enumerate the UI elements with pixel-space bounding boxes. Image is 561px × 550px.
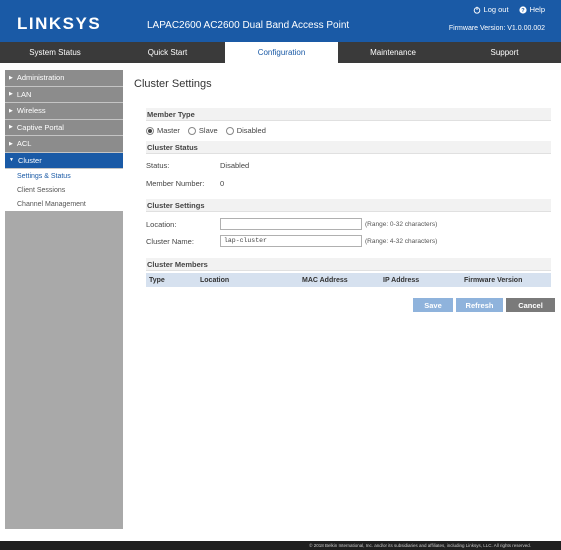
chevron-right-icon: ▶ xyxy=(9,124,13,131)
location-hint: (Range: 0-32 characters) xyxy=(365,220,438,228)
chevron-down-icon: ▼ xyxy=(9,157,14,164)
sidebar-item-wireless[interactable]: ▶ Wireless xyxy=(5,103,123,120)
location-row: Location: (Range: 0-32 characters) xyxy=(146,218,437,230)
column-header-mac-address: MAC Address xyxy=(302,276,348,284)
radio-label: Disabled xyxy=(236,126,266,135)
cluster-settings-heading: Cluster Settings xyxy=(146,199,551,212)
status-value: Disabled xyxy=(220,161,250,170)
cluster-name-hint: (Range: 4-32 characters) xyxy=(365,237,438,245)
member-type-heading: Member Type xyxy=(146,108,551,121)
sidebar-subitem-channel-management[interactable]: Channel Management xyxy=(5,197,123,211)
firmware-version: Firmware Version: V1.0.00.002 xyxy=(448,25,545,32)
column-header-location: Location xyxy=(200,276,230,284)
cancel-button[interactable]: Cancel xyxy=(506,298,555,312)
sidebar-item-label: Cluster xyxy=(17,155,42,165)
sidebar-submenu: Settings & Status Client Sessions Channe… xyxy=(5,169,123,211)
sidebar-item-administration[interactable]: ▶ Administration xyxy=(5,70,123,87)
sidebar-item-label: Captive Portal xyxy=(16,122,64,132)
sidebar-item-label: LAN xyxy=(16,89,32,99)
cluster-members-table-header: Type Location MAC Address IP Address Fir… xyxy=(146,273,551,287)
radio-label: Slave xyxy=(198,126,218,135)
footer: © 2018 Belkin International, Inc. and/or… xyxy=(0,541,561,550)
sidebar-item-acl[interactable]: ▶ ACL xyxy=(5,136,123,153)
chevron-right-icon: ▶ xyxy=(9,140,13,147)
tab-configuration[interactable]: Configuration xyxy=(225,42,338,63)
chevron-right-icon: ▶ xyxy=(9,91,13,98)
column-header-firmware-version: Firmware Version xyxy=(464,276,523,284)
tab-support[interactable]: Support xyxy=(448,42,561,63)
sidebar-item-label: ACL xyxy=(16,139,32,149)
sidebar-subitem-settings-status[interactable]: Settings & Status xyxy=(5,169,123,183)
cluster-status-heading: Cluster Status xyxy=(146,141,551,154)
status-row: Status: Disabled xyxy=(146,161,249,170)
member-type-options: Master Slave Disabled xyxy=(146,126,274,135)
sidebar-item-label: Wireless xyxy=(16,106,46,116)
location-label: Location: xyxy=(146,219,177,229)
logout-link[interactable]: Log out xyxy=(473,5,509,14)
radio-circle xyxy=(187,126,196,135)
radio-label: Master xyxy=(157,126,180,135)
refresh-button[interactable]: Refresh xyxy=(456,298,503,312)
tab-system-status[interactable]: System Status xyxy=(0,42,110,63)
radio-master[interactable]: Master xyxy=(146,126,180,135)
help-link[interactable]: ? Help xyxy=(518,5,545,14)
help-label: Help xyxy=(529,5,545,14)
tab-maintenance[interactable]: Maintenance xyxy=(338,42,448,63)
cluster-members-heading: Cluster Members xyxy=(146,258,551,271)
save-button[interactable]: Save xyxy=(413,298,453,312)
cluster-name-row: Cluster Name: lap-cluster (Range: 4-32 c… xyxy=(146,235,437,247)
help-icon: ? xyxy=(518,5,527,14)
status-label: Status: xyxy=(146,161,170,170)
main-nav: System Status Quick Start Configuration … xyxy=(0,42,561,63)
header-links: Log out ? Help xyxy=(473,5,545,14)
sidebar: ▶ Administration ▶ LAN ▶ Wireless ▶ Captive … xyxy=(5,70,123,529)
power-icon xyxy=(473,6,480,14)
sidebar-item-lan[interactable]: ▶ LAN xyxy=(5,86,123,103)
location-input[interactable] xyxy=(220,218,362,230)
radio-slave[interactable]: Slave xyxy=(187,126,218,135)
column-header-ip-address: IP Address xyxy=(383,276,420,284)
sidebar-subitem-client-sessions[interactable]: Client Sessions xyxy=(5,183,123,197)
page-title: Cluster Settings xyxy=(134,78,212,90)
radio-circle xyxy=(146,126,154,135)
column-header-type: Type xyxy=(149,276,165,284)
linksys-logo: LINKSYS xyxy=(17,14,102,33)
cluster-name-input[interactable]: lap-cluster xyxy=(220,235,362,247)
tab-quick-start[interactable]: Quick Start xyxy=(110,42,225,63)
product-name: LAPAC2600 AC2600 Dual Band Access Point xyxy=(147,20,350,31)
svg-text:?: ? xyxy=(521,8,525,14)
sidebar-item-label: Administration xyxy=(16,73,65,83)
member-number-value: 0 xyxy=(220,179,225,188)
member-number-label: Member Number: xyxy=(146,179,205,188)
member-number-row: Member Number: 0 xyxy=(146,179,224,188)
radio-circle xyxy=(225,126,234,135)
chevron-right-icon: ▶ xyxy=(9,107,13,114)
chevron-right-icon: ▶ xyxy=(9,74,13,81)
top-header: LINKSYS LAPAC2600 AC2600 Dual Band Acces… xyxy=(0,0,561,42)
cluster-name-label: Cluster Name: xyxy=(146,236,194,246)
logout-label: Log out xyxy=(483,5,509,14)
sidebar-item-captive-portal[interactable]: ▶ Captive Portal xyxy=(5,119,123,136)
sidebar-item-cluster[interactable]: ▼ Cluster xyxy=(5,152,123,169)
radio-disabled[interactable]: Disabled xyxy=(225,126,266,135)
